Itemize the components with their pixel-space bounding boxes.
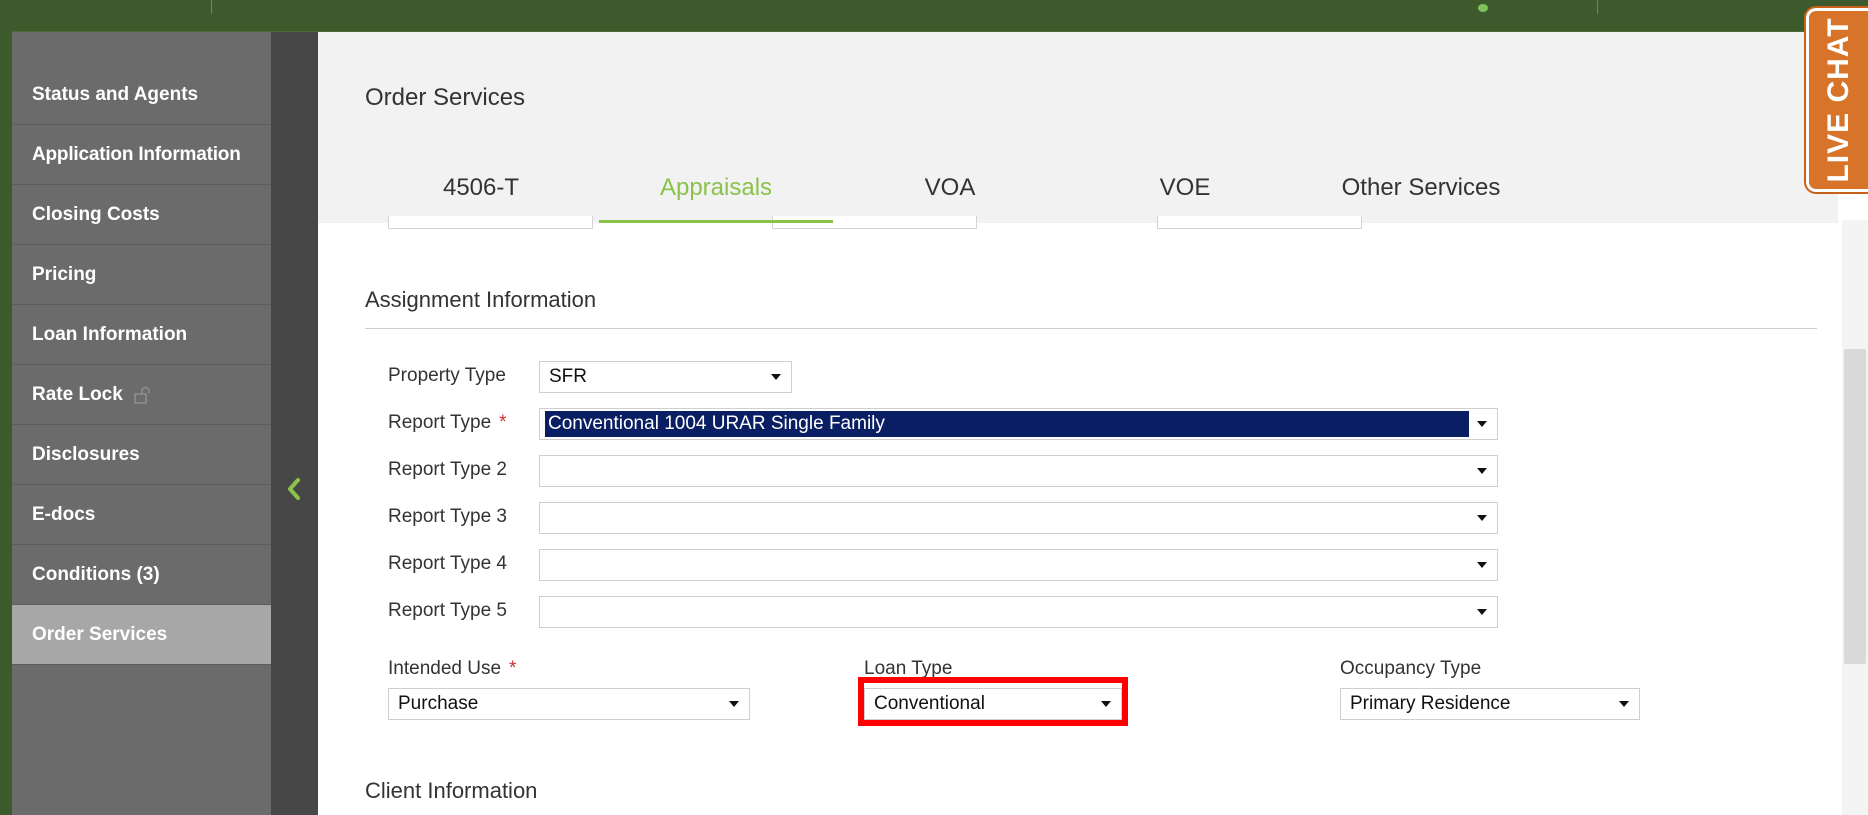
section-title-client: Client Information bbox=[365, 778, 538, 803]
tab-other-services[interactable]: Other Services bbox=[1330, 174, 1512, 210]
sidebar-item-e-docs[interactable]: E-docs bbox=[12, 485, 271, 545]
tab-appraisals[interactable]: Appraisals bbox=[599, 174, 833, 210]
report-type-2-label: Report Type 2 bbox=[388, 459, 508, 480]
sidebar-item-label: Pricing bbox=[32, 263, 97, 285]
sidebar-item-label: Conditions (3) bbox=[32, 563, 160, 585]
report-type-4-select[interactable] bbox=[539, 549, 1498, 581]
chevron-left-icon[interactable] bbox=[283, 475, 305, 503]
occupancy-type-select[interactable]: Primary Residence bbox=[1340, 688, 1640, 720]
tab-voa[interactable]: VOA bbox=[900, 174, 1000, 210]
report-type-label-text: Report Type bbox=[388, 412, 492, 433]
top-bar-divider bbox=[1597, 0, 1598, 14]
sidebar-item-label: Closing Costs bbox=[32, 203, 160, 225]
report-type-value: Conventional 1004 URAR Single Family bbox=[545, 411, 1469, 437]
report-type-4-label: Report Type 4 bbox=[388, 553, 508, 574]
sidebar-item-loan-information[interactable]: Loan Information bbox=[12, 305, 271, 365]
caret-down-icon bbox=[1477, 515, 1487, 521]
sidebar-item-label: Status and Agents bbox=[32, 83, 199, 105]
property-type-select[interactable]: SFR bbox=[539, 361, 792, 393]
occupancy-type-label: Occupancy Type bbox=[1340, 658, 1482, 679]
window-frame bbox=[0, 0, 12, 815]
sidebar-item-status-and-agents[interactable]: Status and Agents bbox=[12, 65, 271, 125]
caret-down-icon bbox=[1477, 468, 1487, 474]
hidden-tab-content bbox=[1157, 216, 1362, 229]
sidebar-collapse-strip bbox=[271, 32, 318, 815]
sidebar-item-label: Order Services bbox=[32, 623, 168, 645]
report-type-2-select[interactable] bbox=[539, 455, 1498, 487]
intended-use-label-text: Intended Use bbox=[388, 658, 502, 679]
tab-voe[interactable]: VOE bbox=[1135, 174, 1235, 210]
report-type-3-select[interactable] bbox=[539, 502, 1498, 534]
sidebar-item-label: Loan Information bbox=[32, 323, 188, 345]
sidebar-item-disclosures[interactable]: Disclosures bbox=[12, 425, 271, 485]
caret-down-icon bbox=[729, 701, 739, 707]
scrollbar-thumb[interactable] bbox=[1844, 349, 1866, 664]
sidebar-item-label: Disclosures bbox=[32, 443, 140, 465]
sidebar-item-label: Rate Lock bbox=[32, 383, 123, 405]
report-type-5-label: Report Type 5 bbox=[388, 600, 508, 621]
header-band bbox=[318, 32, 1838, 223]
status-dot-icon bbox=[1478, 4, 1488, 12]
live-chat-button[interactable]: LIVE CHAT bbox=[1806, 8, 1868, 192]
required-marker: * bbox=[499, 412, 507, 433]
tab-4506-t[interactable]: 4506-T bbox=[424, 174, 538, 210]
top-bar bbox=[0, 0, 1868, 32]
page-title: Order Services bbox=[365, 84, 526, 111]
active-tab-indicator bbox=[599, 220, 833, 223]
property-type-value: SFR bbox=[549, 366, 587, 387]
intended-use-label: Intended Use * bbox=[388, 658, 516, 680]
section-divider bbox=[365, 328, 1817, 329]
occupancy-type-value: Primary Residence bbox=[1350, 693, 1511, 714]
sidebar-item-rate-lock[interactable]: Rate Lock bbox=[12, 365, 271, 425]
section-title-assignment: Assignment Information bbox=[365, 287, 597, 312]
loan-type-highlight-box bbox=[858, 677, 1128, 726]
sidebar-item-order-services[interactable]: Order Services bbox=[12, 605, 271, 665]
caret-down-icon bbox=[1477, 609, 1487, 615]
intended-use-value: Purchase bbox=[398, 693, 479, 714]
sidebar-item-pricing[interactable]: Pricing bbox=[12, 245, 271, 305]
property-type-label: Property Type bbox=[388, 365, 506, 386]
sidebar-item-closing-costs[interactable]: Closing Costs bbox=[12, 185, 271, 245]
caret-down-icon bbox=[1619, 701, 1629, 707]
intended-use-select[interactable]: Purchase bbox=[388, 688, 750, 720]
caret-down-icon bbox=[771, 374, 781, 380]
caret-down-icon bbox=[1477, 421, 1487, 427]
report-type-select[interactable]: Conventional 1004 URAR Single Family bbox=[539, 408, 1498, 440]
live-chat-label: LIVE CHAT bbox=[1821, 17, 1855, 183]
top-bar-divider bbox=[211, 0, 212, 14]
required-marker: * bbox=[509, 658, 517, 679]
sidebar-item-label: Application Information bbox=[32, 143, 241, 165]
sidebar-item-application-information[interactable]: Application Information bbox=[12, 125, 271, 185]
caret-down-icon bbox=[1477, 562, 1487, 568]
sidebar-item-conditions[interactable]: Conditions (3) bbox=[12, 545, 271, 605]
report-type-5-select[interactable] bbox=[539, 596, 1498, 628]
report-type-label: Report Type * bbox=[388, 412, 507, 434]
sidebar: Status and Agents Application Informatio… bbox=[12, 32, 271, 815]
sidebar-item-label: E-docs bbox=[32, 503, 96, 525]
unlock-icon bbox=[134, 386, 150, 404]
hidden-tab-content bbox=[388, 216, 593, 229]
report-type-3-label: Report Type 3 bbox=[388, 506, 508, 527]
